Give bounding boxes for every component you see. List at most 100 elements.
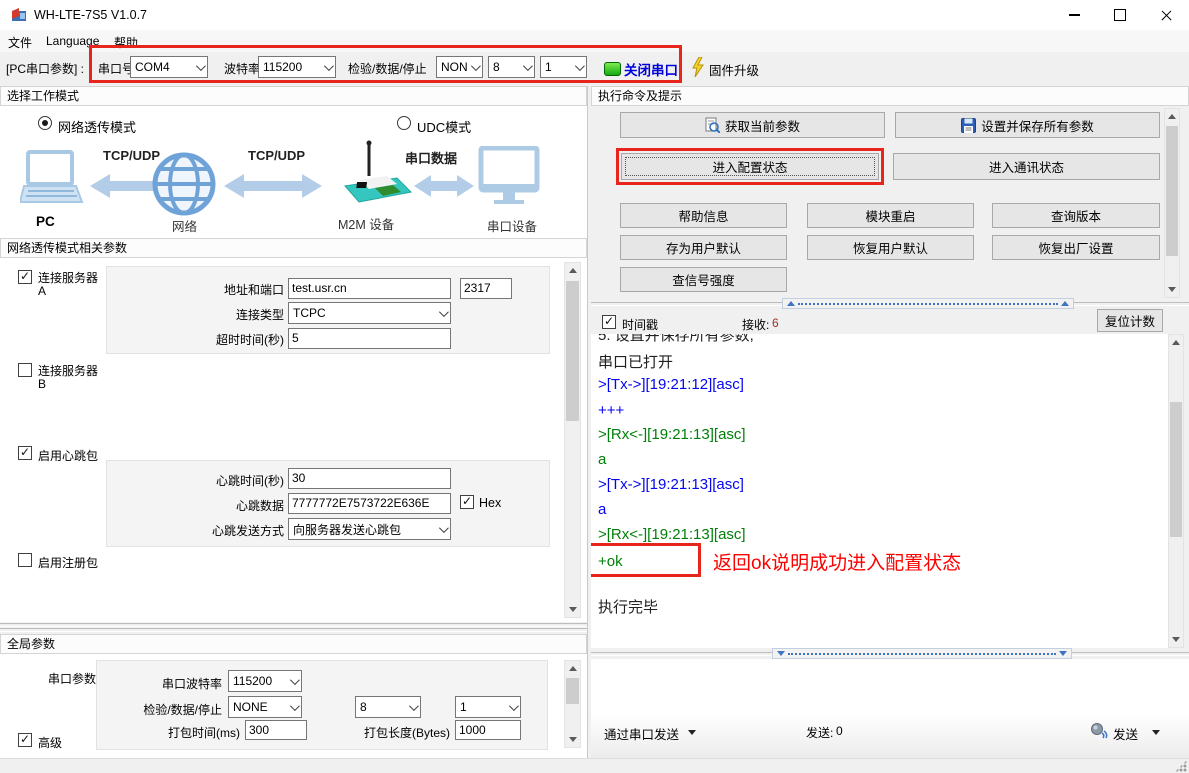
module-restart-button[interactable]: 模块重启 (807, 203, 974, 228)
server-a-checkbox[interactable] (18, 270, 32, 284)
log-line: >[Tx->][19:21:12][asc] (598, 376, 744, 393)
pack-len-input[interactable]: 1000 (455, 720, 521, 740)
commands-scrollbar[interactable] (1164, 108, 1180, 298)
timestamp-checkbox[interactable] (602, 315, 616, 329)
serial-device-monitor-icon (478, 146, 540, 208)
timeout-input[interactable]: 5 (288, 328, 451, 349)
highlight-box-enter-config (616, 148, 884, 185)
dropdown-caret-icon[interactable] (1152, 730, 1160, 735)
diagram-pc-label: PC (36, 214, 55, 229)
server-b-label-2: B (38, 377, 46, 391)
server-address-input[interactable]: test.usr.cn (288, 278, 451, 299)
server-b-label: 连接服务器 (38, 362, 98, 379)
pc-laptop-icon (20, 150, 86, 210)
scroll-up-icon[interactable] (1165, 109, 1179, 124)
collapse-up-icon[interactable] (1061, 301, 1069, 306)
doc-magnifier-icon (705, 117, 720, 133)
log-line: >[Rx<-][19:21:13][asc] (598, 426, 746, 443)
register-checkbox[interactable] (18, 553, 32, 567)
resize-grip[interactable] (1175, 760, 1187, 772)
enter-comm-button[interactable]: 进入通讯状态 (893, 153, 1160, 180)
maximize-button[interactable] (1097, 0, 1143, 30)
send-speaker-icon (1090, 721, 1108, 739)
log-area[interactable]: 5. 设置并保存所有参数; 串口已打开 >[Tx->][19:21:12][as… (591, 334, 1168, 648)
hb-data-label: 心跳数据 (164, 497, 284, 514)
menu-file[interactable]: 文件 (8, 34, 32, 51)
scroll-up-icon[interactable] (1169, 335, 1183, 350)
pc-serial-params-label: [PC串口参数] : (6, 60, 84, 77)
scroll-down-icon[interactable] (1165, 282, 1179, 297)
scroll-up-icon[interactable] (565, 661, 580, 676)
query-signal-button[interactable]: 查信号强度 (620, 267, 787, 292)
global-params-scrollbar[interactable] (564, 660, 581, 748)
hb-time-input[interactable]: 30 (288, 468, 451, 489)
net-params-scrollbar[interactable] (564, 262, 581, 618)
dropdown-caret-icon[interactable] (688, 730, 696, 735)
server-b-checkbox[interactable] (18, 363, 32, 377)
splitter-handle[interactable] (772, 648, 1072, 659)
addr-port-label: 地址和端口 (164, 281, 284, 298)
collapse-down-icon[interactable] (1059, 651, 1067, 656)
hex-label: Hex (479, 496, 501, 510)
splitter-handle[interactable] (782, 298, 1074, 309)
splitter-left[interactable] (0, 623, 587, 627)
advanced-checkbox[interactable] (18, 733, 32, 747)
collapse-down-icon[interactable] (777, 651, 785, 656)
get-params-button[interactable]: 获取当前参数 (620, 112, 885, 138)
radio-udc-mode[interactable] (397, 116, 411, 130)
scrollbar-thumb[interactable] (1166, 126, 1178, 256)
log-scrollbar[interactable] (1168, 334, 1184, 648)
scroll-down-icon[interactable] (565, 732, 580, 747)
scroll-down-icon[interactable] (1169, 632, 1183, 647)
send-button[interactable]: 发送 (1113, 724, 1138, 743)
help-info-button[interactable]: 帮助信息 (620, 203, 787, 228)
restore-factory-button[interactable]: 恢复出厂设置 (992, 235, 1160, 260)
query-version-button[interactable]: 查询版本 (992, 203, 1160, 228)
status-strip (0, 758, 1189, 773)
g-stopbits-select[interactable]: 1 (455, 696, 521, 718)
hb-mode-select[interactable]: 向服务器发送心跳包 (288, 518, 451, 540)
close-button[interactable] (1143, 0, 1189, 30)
collapse-up-icon[interactable] (787, 301, 795, 306)
conn-type-select[interactable]: TCPC (288, 302, 451, 324)
diagram-serial-device-label: 串口设备 (487, 216, 537, 235)
splitter-left-2[interactable] (0, 628, 587, 632)
firmware-upgrade-button[interactable]: 固件升级 (709, 60, 759, 79)
save-user-default-button[interactable]: 存为用户默认 (620, 235, 787, 260)
scroll-up-icon[interactable] (565, 263, 580, 278)
set-save-params-button[interactable]: 设置并保存所有参数 (895, 112, 1160, 138)
scrollbar-thumb[interactable] (566, 281, 579, 421)
chevron-down-icon[interactable] (405, 697, 420, 717)
server-port-input[interactable]: 2317 (460, 278, 512, 299)
log-line: >[Rx<-][19:21:13][asc] (598, 526, 746, 543)
radio-transparent-mode-label: 网络透传模式 (58, 117, 136, 136)
send-via-serial-dropdown[interactable]: 通过串口发送 (604, 724, 679, 743)
radio-transparent-mode[interactable] (38, 116, 52, 130)
scroll-down-icon[interactable] (565, 602, 580, 617)
pack-time-input[interactable]: 300 (245, 720, 307, 740)
chevron-down-icon[interactable] (435, 519, 450, 539)
timeout-label: 超时时间(秒) (164, 331, 284, 348)
g-parity-select[interactable]: NONE (228, 696, 302, 718)
hex-checkbox[interactable] (460, 495, 474, 509)
g-parity-label: 检验/数据/停止 (112, 701, 222, 718)
restore-user-default-button[interactable]: 恢复用户默认 (807, 235, 974, 260)
close-icon (1161, 10, 1172, 21)
scrollbar-thumb[interactable] (1170, 402, 1182, 537)
minimize-button[interactable] (1051, 0, 1097, 30)
title-bar: WH-LTE-7S5 V1.0.7 (0, 0, 1189, 30)
reset-count-button[interactable]: 复位计数 (1097, 309, 1163, 332)
log-line: 执行完毕 (598, 596, 658, 617)
chevron-down-icon[interactable] (286, 697, 301, 717)
heartbeat-checkbox[interactable] (18, 446, 32, 460)
chevron-down-icon[interactable] (435, 303, 450, 323)
send-count: 0 (836, 724, 843, 738)
g-databits-select[interactable]: 8 (355, 696, 421, 718)
log-line: 串口已打开 (598, 351, 673, 372)
scrollbar-thumb[interactable] (566, 678, 579, 704)
chevron-down-icon[interactable] (286, 671, 301, 691)
g-baud-select[interactable]: 115200 (228, 670, 302, 692)
send-area[interactable] (591, 659, 1189, 758)
hb-data-input[interactable]: 7777772E7573722E636E (288, 493, 451, 514)
chevron-down-icon[interactable] (505, 697, 520, 717)
